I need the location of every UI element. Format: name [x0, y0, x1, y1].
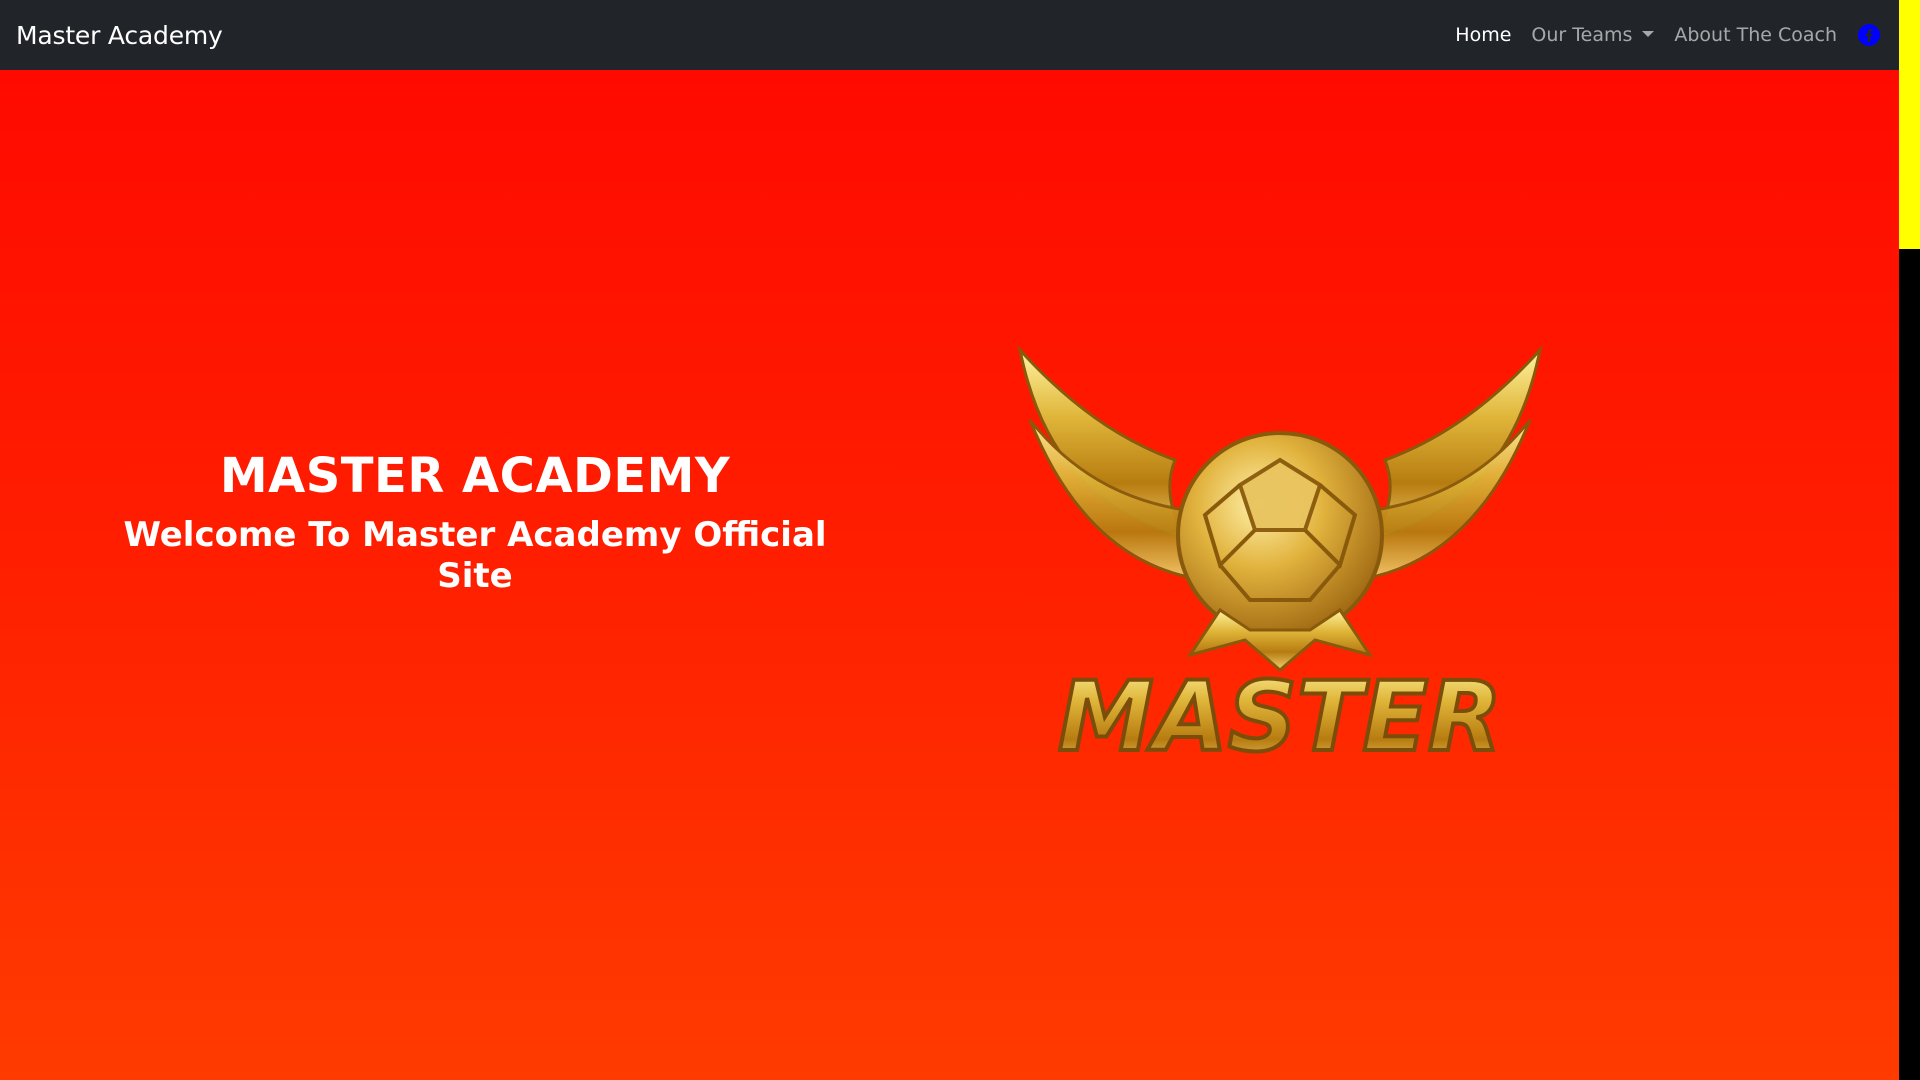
nav-link-home-label: Home	[1455, 24, 1512, 46]
chevron-down-icon	[1642, 31, 1655, 37]
hero-text: MASTER ACADEMY Welcome To Master Academy…	[110, 450, 840, 596]
nav-link-home[interactable]: Home	[1445, 0, 1521, 70]
nav-dropdown-our-teams[interactable]: Our Teams	[1521, 0, 1664, 70]
hero-title: MASTER ACADEMY	[219, 448, 731, 504]
top-navbar: Master Academy Home Our Teams About The …	[0, 0, 1899, 70]
winged-soccer-ball-logo: MASTER	[1017, 344, 1543, 775]
master-logo-text: MASTER	[1058, 661, 1502, 760]
page: Master Academy Home Our Teams About The …	[0, 0, 1920, 1080]
nav-menu: Home Our Teams About The Coach	[1445, 0, 1883, 70]
scrollbar-thumb[interactable]	[1899, 0, 1920, 249]
nav-dropdown-our-teams-label: Our Teams	[1531, 24, 1633, 46]
brand-link[interactable]: Master Academy	[16, 21, 223, 50]
nav-link-about-coach-label: About The Coach	[1674, 24, 1837, 46]
nav-link-about-coach[interactable]: About The Coach	[1664, 0, 1847, 70]
hero-subtitle: Welcome To Master Academy Official Site	[123, 514, 827, 596]
hero-section: MASTER ACADEMY Welcome To Master Academy…	[0, 70, 1899, 1080]
page-scrollbar[interactable]	[1899, 0, 1920, 1080]
master-logo: MASTER	[1000, 280, 1560, 775]
facebook-icon[interactable]	[1857, 23, 1881, 47]
